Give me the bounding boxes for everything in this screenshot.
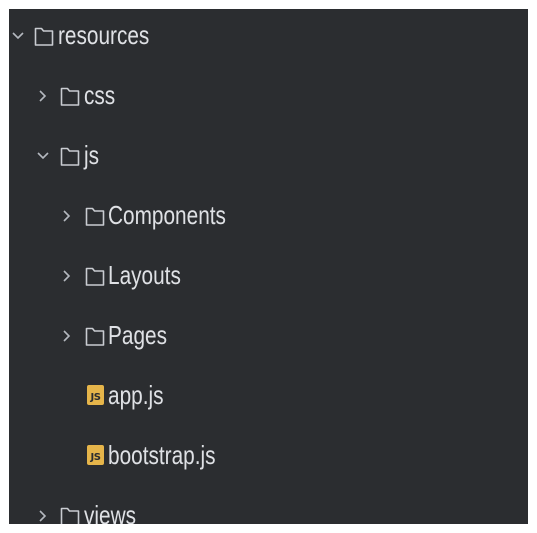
folder-icon xyxy=(60,507,80,524)
chevron-right-icon[interactable] xyxy=(60,267,74,285)
tree-item-pages[interactable]: Pages xyxy=(9,309,528,369)
tree-item-resources[interactable]: resources xyxy=(9,9,528,69)
project-tree-panel: resources css js Components Layouts Page… xyxy=(9,9,528,524)
tree-item-bootstrap-js[interactable]: JS bootstrap.js xyxy=(9,429,528,489)
folder-icon xyxy=(85,207,105,226)
tree-item-label: js xyxy=(84,140,100,170)
tree-item-label: bootstrap.js xyxy=(108,440,216,470)
js-file-icon: JS xyxy=(87,445,104,465)
tree-item-label: resources xyxy=(58,20,150,50)
folder-icon xyxy=(34,27,54,46)
tree-item-components[interactable]: Components xyxy=(9,189,528,249)
tree-item-label: views xyxy=(84,500,137,524)
tree-item-layouts[interactable]: Layouts xyxy=(9,249,528,309)
folder-icon xyxy=(60,147,80,166)
tree-item-label: css xyxy=(84,80,116,110)
chevron-down-icon[interactable] xyxy=(11,27,25,45)
chevron-right-icon[interactable] xyxy=(36,87,50,105)
tree-item-css[interactable]: css xyxy=(9,69,528,129)
chevron-right-icon[interactable] xyxy=(60,327,74,345)
folder-icon xyxy=(85,327,105,346)
chevron-down-icon[interactable] xyxy=(36,147,50,165)
chevron-right-icon[interactable] xyxy=(60,207,74,225)
tree-item-label: Pages xyxy=(108,320,167,350)
tree-item-label: Components xyxy=(108,200,226,230)
tree-item-label: app.js xyxy=(108,380,164,410)
folder-icon xyxy=(85,267,105,286)
folder-icon xyxy=(60,87,80,106)
tree-item-js[interactable]: js xyxy=(9,129,528,189)
tree-item-label: Layouts xyxy=(108,260,181,290)
tree-item-app-js[interactable]: JS app.js xyxy=(9,369,528,429)
js-file-icon: JS xyxy=(87,385,104,405)
chevron-right-icon[interactable] xyxy=(36,507,50,524)
tree-item-views[interactable]: views xyxy=(9,489,528,524)
